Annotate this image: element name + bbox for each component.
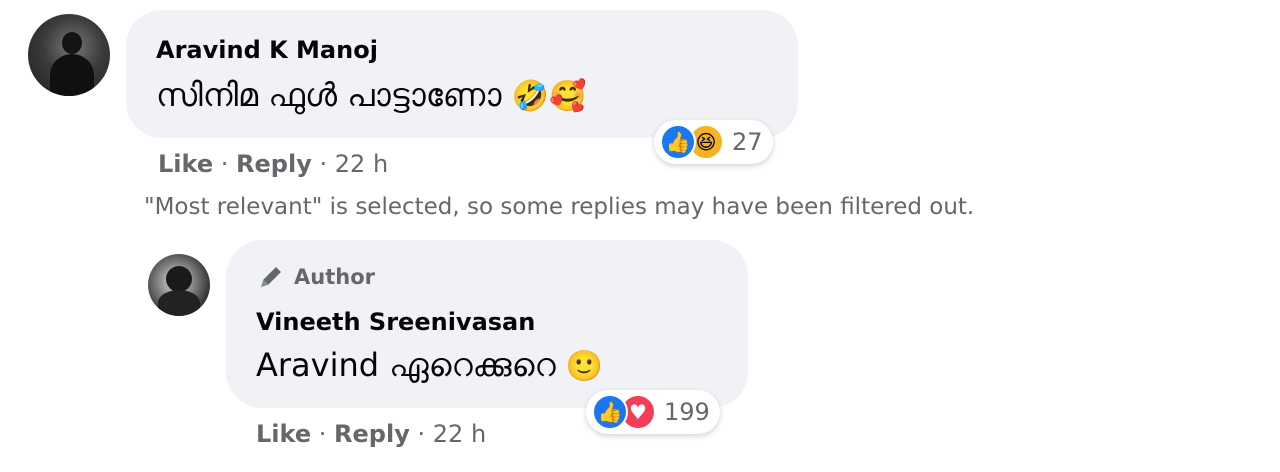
comment-bubble — [126, 10, 798, 138]
separator: · — [318, 420, 327, 448]
reply-reaction-count: 199 — [664, 398, 710, 426]
pencil-icon — [261, 267, 281, 287]
reply-timestamp[interactable]: 22 h — [433, 420, 486, 448]
like-icon: 👍 — [660, 124, 696, 160]
comment-author-name[interactable]: Aravind K Manoj — [156, 36, 378, 64]
comment-author-avatar[interactable] — [28, 14, 110, 96]
like-icon: 👍 — [592, 394, 628, 430]
comment-timestamp[interactable]: 22 h — [335, 150, 388, 178]
reply-reactions[interactable]: 👍 ♥ 199 — [586, 390, 720, 434]
reply-text: Aravind ഏറെക്കുറെ 🙂 — [256, 346, 603, 385]
reply-actions: Like · Reply · 22 h — [256, 420, 486, 448]
separator: · — [220, 150, 229, 178]
author-badge: Author — [256, 262, 375, 292]
comment-text-body: സിനിമ ഫുൾ പാട്ടാണോ — [156, 76, 502, 114]
comment-like-link[interactable]: Like — [158, 150, 213, 178]
separator: · — [319, 150, 328, 178]
slight-smile-emoji: 🙂 — [565, 349, 604, 384]
reply-author-name[interactable]: Vineeth Sreenivasan — [256, 308, 535, 336]
comment-reaction-count: 27 — [732, 128, 763, 156]
reply-text-body: Aravind ഏറെക്കുറെ — [256, 346, 556, 384]
rolling-laughing-emoji: 🤣 — [511, 79, 549, 114]
filter-note: "Most relevant" is selected, so some rep… — [144, 194, 975, 220]
comment-text: സിനിമ ഫുൾ പാട്ടാണോ 🤣🥰 — [156, 76, 586, 115]
reply-like-link[interactable]: Like — [256, 420, 311, 448]
comment-reactions[interactable]: 👍 😆 27 — [654, 120, 773, 164]
reply-reply-link[interactable]: Reply — [334, 420, 410, 448]
reply-author-avatar[interactable] — [148, 254, 210, 316]
comment-actions: Like · Reply · 22 h — [158, 150, 388, 178]
smiling-hearts-emoji: 🥰 — [548, 79, 587, 114]
comment-reply-link[interactable]: Reply — [236, 150, 312, 178]
author-badge-label: Author — [294, 265, 375, 289]
separator: · — [417, 420, 426, 448]
